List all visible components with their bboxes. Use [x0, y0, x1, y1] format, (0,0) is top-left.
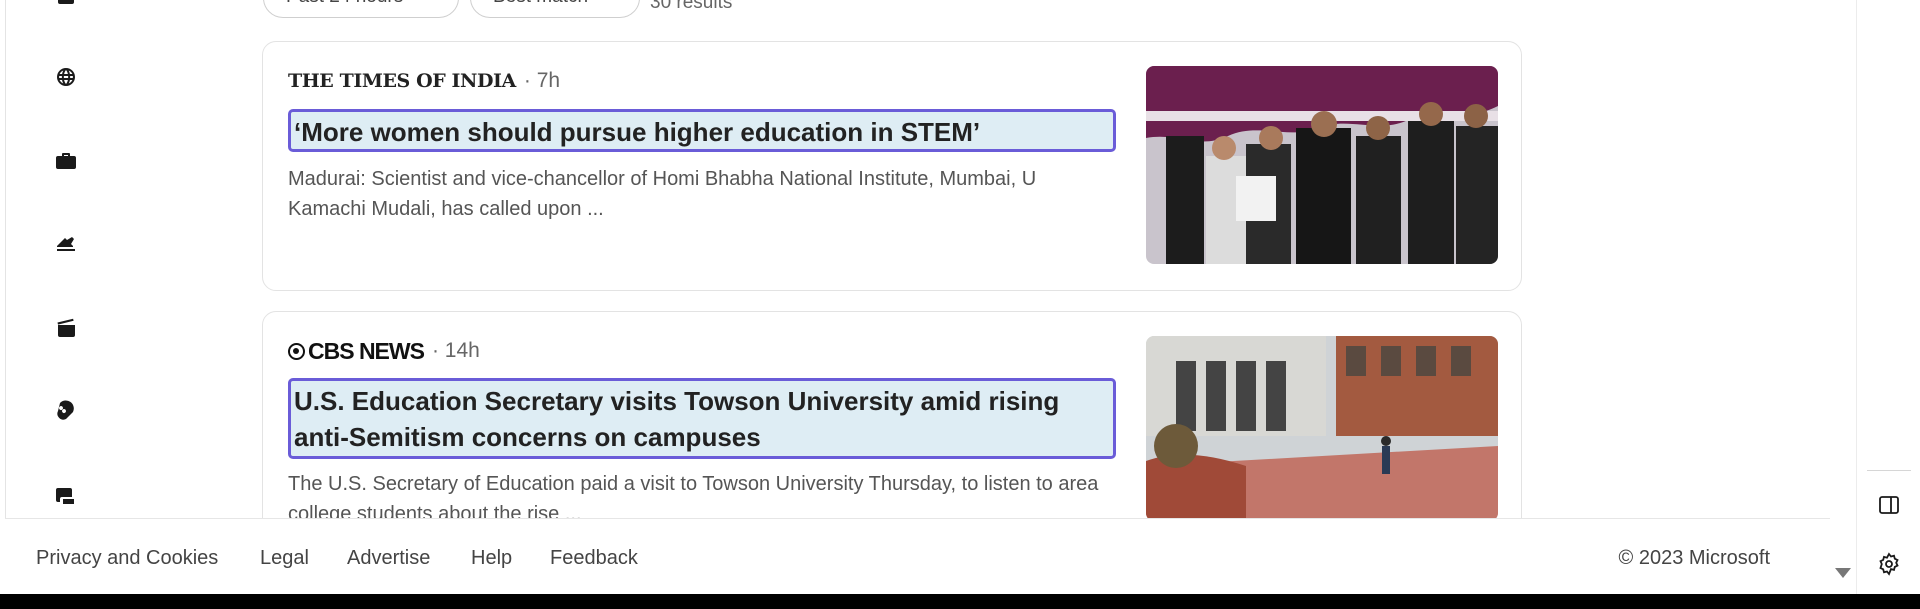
privacy-link[interactable]: Privacy and Cookies: [36, 547, 218, 570]
source-row: CBS NEWS · 14h: [288, 336, 480, 366]
entertainment-clapper-icon[interactable]: [48, 310, 84, 346]
article-age: · 7h: [523, 69, 561, 92]
copyright: © 2023 Microsoft: [1618, 547, 1770, 569]
science-icon[interactable]: [48, 226, 84, 262]
source-logo: CBS NEWS: [288, 337, 425, 365]
scroll-down-arrow-icon[interactable]: [1835, 568, 1851, 578]
article-headline[interactable]: U.S. Education Secretary visits Towson U…: [288, 378, 1116, 459]
time-filter-dropdown[interactable]: Past 24 hours: [263, 0, 459, 18]
briefcase-icon[interactable]: [48, 143, 84, 179]
news-card[interactable]: THE TIMES OF INDIA · 7h ‘More women shou…: [262, 41, 1522, 291]
page-footer: Privacy and Cookies Legal Advertise Help…: [5, 518, 1830, 594]
article-snippet: Madurai: Scientist and vice-chancellor o…: [288, 168, 1037, 220]
news-search-page: Past 24 hours Best match 30 results THE …: [0, 0, 1920, 594]
sort-dropdown[interactable]: Best match: [470, 0, 640, 18]
sports-icon[interactable]: [48, 393, 84, 429]
legal-link[interactable]: Legal: [260, 547, 309, 570]
article-thumbnail[interactable]: [1146, 66, 1498, 264]
world-icon[interactable]: [48, 59, 84, 95]
feedback-link[interactable]: Feedback: [550, 547, 638, 570]
source-row: THE TIMES OF INDIA · 7h: [288, 66, 560, 96]
source-name: CBS NEWS: [308, 337, 425, 364]
advertise-link[interactable]: Advertise: [347, 547, 430, 570]
article-thumbnail[interactable]: [1146, 336, 1498, 521]
more-icon[interactable]: [48, 478, 84, 514]
filter-bar: Past 24 hours Best match 30 results: [0, 0, 1500, 30]
article-headline[interactable]: ‘More women should pursue higher educati…: [288, 109, 1116, 152]
sidebar-toggle-icon[interactable]: [1873, 489, 1905, 521]
source-logo: THE TIMES OF INDIA: [288, 70, 516, 92]
results-count: 30 results: [650, 0, 733, 13]
category-nav: [0, 0, 130, 520]
help-link[interactable]: Help: [471, 547, 512, 570]
scrollbar[interactable]: [1832, 0, 1856, 594]
settings-gear-icon[interactable]: [1873, 548, 1905, 580]
right-rail: [1856, 0, 1920, 594]
cbs-eye-icon: [288, 342, 305, 360]
topics-icon[interactable]: [48, 0, 84, 18]
article-age: · 14h: [431, 339, 480, 362]
